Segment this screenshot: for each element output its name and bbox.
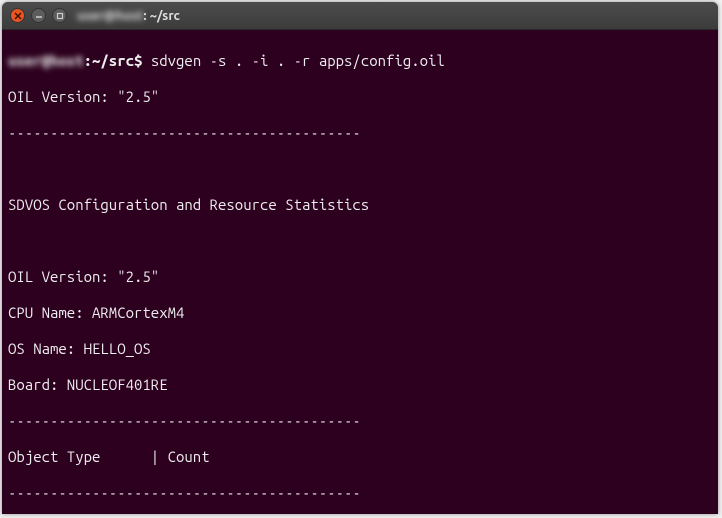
heading: SDVOS Configuration and Resource Statist… bbox=[8, 196, 712, 214]
dashes-3: ----------------------------------------… bbox=[8, 484, 712, 502]
command-text: sdvgen -s . -i . -r apps/config.oil bbox=[151, 52, 445, 69]
titlebar[interactable]: user@host: ~/src bbox=[2, 2, 718, 30]
close-button[interactable] bbox=[10, 8, 25, 23]
table-header: Object Type | Count bbox=[8, 448, 712, 466]
prompt-host-hidden: user@host bbox=[8, 52, 84, 70]
terminal-body[interactable]: user@host:~/src$ sdvgen -s . -i . -r app… bbox=[2, 30, 718, 514]
close-icon bbox=[14, 12, 22, 20]
window-title: user@host: ~/src bbox=[77, 9, 180, 23]
maximize-button[interactable] bbox=[52, 8, 67, 23]
window-controls bbox=[10, 8, 67, 23]
blank-2 bbox=[8, 232, 712, 250]
blank-1 bbox=[8, 160, 712, 178]
maximize-icon bbox=[56, 12, 64, 20]
minimize-icon bbox=[35, 12, 43, 20]
oil-version: OIL Version: "2.5" bbox=[8, 268, 712, 286]
board: Board: NUCLEOF401RE bbox=[8, 376, 712, 394]
os-name: OS Name: HELLO_OS bbox=[8, 340, 712, 358]
dashes-1: ----------------------------------------… bbox=[8, 124, 712, 142]
dashes-2: ----------------------------------------… bbox=[8, 412, 712, 430]
cpu-name: CPU Name: ARMCortexM4 bbox=[8, 304, 712, 322]
title-hidden-host: user@host bbox=[77, 9, 143, 23]
minimize-button[interactable] bbox=[31, 8, 46, 23]
terminal-window: user@host: ~/src user@host:~/src$ sdvgen… bbox=[2, 2, 718, 514]
prompt-line-1: user@host:~/src$ sdvgen -s . -i . -r app… bbox=[8, 52, 712, 70]
prompt-path: :~/src$ bbox=[84, 52, 143, 69]
title-path: : ~/src bbox=[143, 9, 180, 23]
oil-version-top: OIL Version: "2.5" bbox=[8, 88, 712, 106]
